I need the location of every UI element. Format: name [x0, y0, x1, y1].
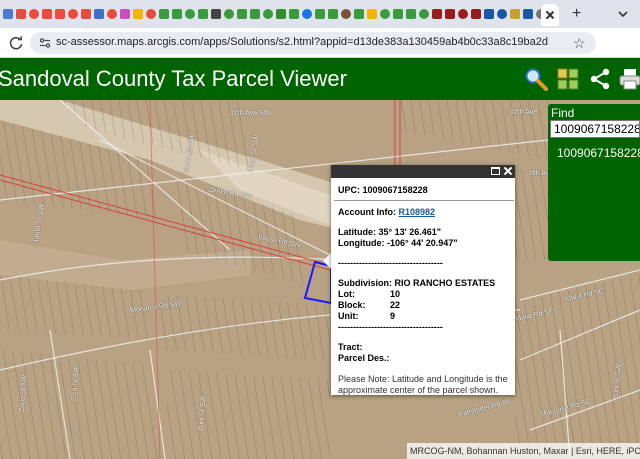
tract-line: Tract: — [338, 342, 363, 352]
pinned-tab-favicon-icon[interactable] — [315, 9, 325, 19]
pinned-tab-favicon-icon[interactable] — [185, 9, 195, 19]
pinned-tab-favicon-icon[interactable] — [42, 9, 52, 19]
longitude-line: Longitude: -106° 44' 20.947" — [338, 238, 458, 248]
active-tab[interactable] — [541, 4, 559, 26]
reload-icon[interactable] — [8, 35, 24, 51]
url-text: sc-assessor.maps.arcgis.com/apps/Solutio… — [56, 36, 548, 48]
pinned-tab-favicon-icon[interactable] — [55, 9, 65, 19]
close-tab-icon[interactable] — [545, 10, 555, 20]
latitude-line: Latitude: 35° 13' 26.461" — [338, 227, 442, 237]
tab-search-chevron-icon[interactable] — [616, 7, 630, 21]
upc-line: UPC: 1009067158228 — [338, 185, 428, 195]
pinned-tab-favicon-icon[interactable] — [406, 9, 416, 19]
pinned-tab-favicon-icon[interactable] — [263, 9, 273, 19]
pinned-tab-favicon-icon[interactable] — [523, 9, 533, 19]
popup-content: UPC: 1009067158228 Account Info: R108982… — [334, 185, 514, 396]
pinned-tab-favicon-icon[interactable] — [367, 9, 377, 19]
find-result-item[interactable]: 1009067158228 — [557, 146, 640, 160]
divider — [334, 200, 514, 201]
pinned-tab-favicon-icon[interactable] — [445, 9, 455, 19]
pinned-tab-favicon-icon[interactable] — [3, 9, 13, 19]
pinned-tab-favicon-icon[interactable] — [302, 9, 312, 19]
pinned-tab-favicon-icon[interactable] — [94, 9, 104, 19]
find-input[interactable] — [550, 120, 640, 138]
parcel-info-popup: UPC: 1009067158228 Account Info: R108982… — [331, 165, 515, 395]
separator: ----------------------------------- — [338, 258, 443, 268]
search-zoom-button[interactable] — [524, 67, 548, 91]
satellite-imagery — [0, 100, 640, 459]
pinned-tab-favicon-icon[interactable] — [380, 9, 390, 19]
share-button[interactable] — [588, 67, 612, 91]
pinned-tab-favicon-icon[interactable] — [250, 9, 260, 19]
lot-line: Lot: 10 — [338, 289, 401, 299]
pinned-tab-favicon-icon[interactable] — [341, 9, 351, 19]
browser-tab-strip: + — [0, 0, 640, 28]
find-panel: Find 1009067158228 — [548, 104, 640, 261]
pinned-tab-favicon-icon[interactable] — [172, 9, 182, 19]
maximize-icon[interactable] — [491, 167, 500, 175]
pinned-tab-favicon-icon[interactable] — [224, 9, 234, 19]
account-link[interactable]: R108982 — [399, 207, 436, 217]
bookmark-star-icon[interactable]: ☆ — [573, 35, 586, 52]
map-view[interactable]: 17th Ave SW 17th Ave Zenith Rd SW 8th Av… — [0, 100, 640, 459]
pinned-tab-favicon-icon[interactable] — [497, 9, 507, 19]
block-line: Block: 22 — [338, 300, 401, 310]
pinned-tab-favicon-icon[interactable] — [237, 9, 247, 19]
pinned-tab-favicon-icon[interactable] — [211, 9, 221, 19]
address-bar[interactable]: sc-assessor.maps.arcgis.com/apps/Solutio… — [30, 32, 596, 54]
find-label: Find — [551, 106, 575, 120]
page-title: Sandoval County Tax Parcel Viewer — [0, 66, 347, 91]
pinned-tab-favicon-icon[interactable] — [419, 9, 429, 19]
pinned-tab-favicon-icon[interactable] — [289, 9, 299, 19]
new-tab-button[interactable]: + — [572, 6, 581, 22]
pinned-tab-favicon-icon[interactable] — [328, 9, 338, 19]
pinned-tab-favicon-icon[interactable] — [146, 9, 156, 19]
pinned-tab-favicon-icon[interactable] — [133, 9, 143, 19]
pinned-tab-favicon-icon[interactable] — [484, 9, 494, 19]
coordinate-note: Please Note: Latitude and Longitude is t… — [338, 374, 508, 395]
parcel-des-line: Parcel Des.: — [338, 353, 390, 363]
account-line: Account Info: R108982 — [338, 207, 436, 217]
pinned-tab-favicon-icon[interactable] — [471, 9, 481, 19]
pinned-tab-favicon-icon[interactable] — [432, 9, 442, 19]
pinned-tab-favicon-icon[interactable] — [198, 9, 208, 19]
close-icon[interactable] — [503, 166, 513, 176]
pinned-tab-favicon-icon[interactable] — [120, 9, 130, 19]
pinned-tabs — [0, 0, 547, 28]
pinned-tab-favicon-icon[interactable] — [458, 9, 468, 19]
popup-titlebar — [331, 165, 515, 178]
pinned-tab-favicon-icon[interactable] — [68, 9, 78, 19]
pinned-tab-favicon-icon[interactable] — [159, 9, 169, 19]
upc-value: 1009067158228 — [362, 185, 428, 195]
pinned-tab-favicon-icon[interactable] — [16, 9, 26, 19]
road-label: 17th Ave — [510, 109, 538, 116]
road-label: 17th Ave SW — [230, 110, 271, 117]
pinned-tab-favicon-icon[interactable] — [510, 9, 520, 19]
pinned-tab-favicon-icon[interactable] — [81, 9, 91, 19]
browser-toolbar: sc-assessor.maps.arcgis.com/apps/Solutio… — [0, 28, 640, 78]
unit-line: Unit: 9 — [338, 311, 396, 321]
pinned-tab-favicon-icon[interactable] — [107, 9, 117, 19]
map-attribution: MRCOG-NM, Bohannan Huston, Maxar | Esri,… — [407, 443, 640, 459]
pinned-tab-favicon-icon[interactable] — [354, 9, 364, 19]
site-settings-icon[interactable] — [39, 37, 51, 49]
subdivision-line: Subdivision: RIO RANCHO ESTATES — [338, 278, 496, 288]
pinned-tab-favicon-icon[interactable] — [29, 9, 39, 19]
print-button[interactable] — [618, 67, 640, 91]
pinned-tab-favicon-icon[interactable] — [276, 9, 286, 19]
basemap-gallery-button[interactable] — [556, 67, 580, 91]
pinned-tab-favicon-icon[interactable] — [393, 9, 403, 19]
app-header: Sandoval County Tax Parcel Viewer — [0, 58, 640, 100]
separator: ----------------------------------- — [338, 322, 443, 332]
